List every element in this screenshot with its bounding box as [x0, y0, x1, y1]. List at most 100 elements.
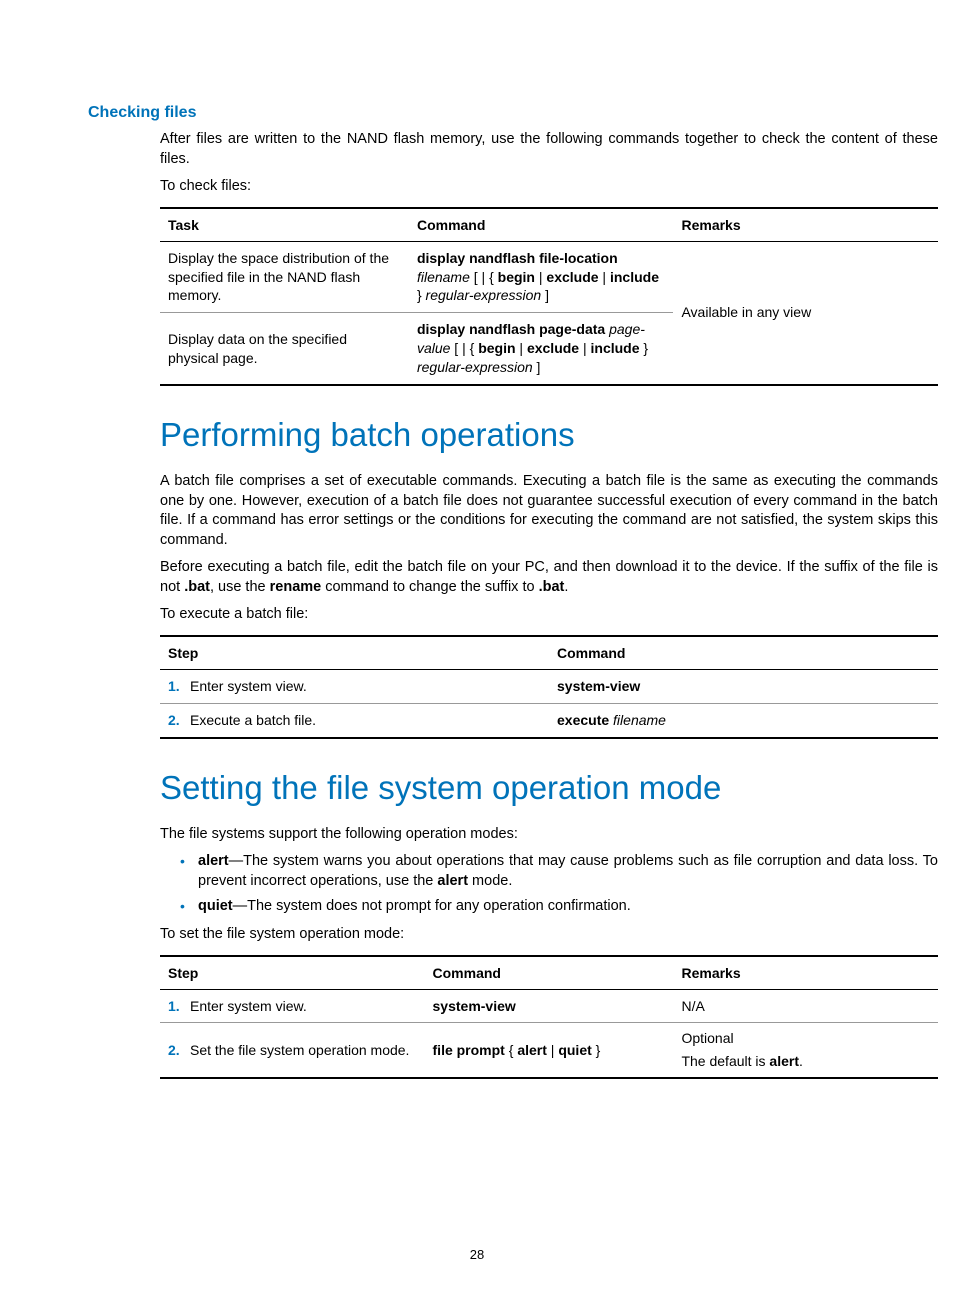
- table-row: 2.Set the file system operation mode. fi…: [160, 1023, 938, 1078]
- th-step: Step: [160, 636, 549, 670]
- step-text: Set the file system operation mode.: [190, 1042, 409, 1058]
- cmd-bold: include: [610, 269, 659, 285]
- table-row: 1.Enter system view. system-view: [160, 669, 938, 703]
- cell-remarks: N/A: [673, 989, 938, 1023]
- cmd-plain: }: [592, 1042, 601, 1058]
- cmd-italic: regular-expression: [426, 287, 542, 303]
- cell-step: 1.Enter system view.: [160, 669, 549, 703]
- cell-remarks: Optional The default is alert.: [673, 1023, 938, 1078]
- table-header-row: Step Command Remarks: [160, 956, 938, 990]
- cell-command: execute filename: [549, 703, 938, 737]
- text-run: command to change the suffix to: [321, 579, 538, 595]
- cmd-bold: include: [591, 340, 640, 356]
- bullet-list: alert—The system warns you about operati…: [160, 852, 938, 917]
- text-run: , use the: [210, 579, 270, 595]
- text-bold: alert: [769, 1053, 799, 1069]
- para-fs-lead: To set the file system operation mode:: [160, 925, 938, 945]
- cmd-plain: [ | {: [470, 269, 498, 285]
- table-check-files: Task Command Remarks Display the space d…: [160, 207, 938, 386]
- cmd-bold: display nandflash file-location: [417, 250, 618, 266]
- th-task: Task: [160, 208, 409, 242]
- cmd-bold: alert: [517, 1042, 547, 1058]
- cell-remarks: Available in any view: [673, 241, 938, 385]
- document-page: Checking files After files are written t…: [0, 0, 954, 1296]
- cmd-plain: |: [547, 1042, 558, 1058]
- text-run: .: [799, 1053, 803, 1069]
- step-text: Enter system view.: [190, 998, 307, 1014]
- text-run: —The system does not prompt for any oper…: [233, 898, 631, 914]
- cmd-bold: execute: [557, 712, 609, 728]
- table-batch: Step Command 1.Enter system view. system…: [160, 635, 938, 739]
- remarks-line2: The default is alert.: [681, 1050, 930, 1073]
- heading-checking-files: Checking files: [88, 104, 938, 122]
- content-area: Checking files After files are written t…: [160, 104, 938, 1079]
- cell-task: Display data on the specified physical p…: [160, 313, 409, 385]
- cmd-bold: system-view: [557, 678, 640, 694]
- step-number: 2.: [168, 1041, 190, 1060]
- cell-command: file prompt { alert | quiet }: [425, 1023, 674, 1078]
- para-batch-lead: To execute a batch file:: [160, 605, 938, 625]
- cell-task: Display the space distribution of the sp…: [160, 241, 409, 313]
- cmd-italic: regular-expression: [417, 359, 533, 375]
- th-remarks: Remarks: [673, 208, 938, 242]
- para-checking-intro: After files are written to the NAND flas…: [160, 130, 938, 169]
- text-bold: rename: [270, 579, 322, 595]
- step-number: 2.: [168, 711, 190, 730]
- cmd-plain: ]: [541, 287, 549, 303]
- cell-step: 1.Enter system view.: [160, 989, 425, 1023]
- cmd-plain: {: [505, 1042, 517, 1058]
- cmd-plain: |: [579, 340, 590, 356]
- cell-command: system-view: [425, 989, 674, 1023]
- text-run: —The system warns you about operations t…: [198, 853, 938, 889]
- page-number: 28: [0, 1247, 954, 1262]
- text-run: The default is: [681, 1053, 769, 1069]
- cmd-bold: exclude: [546, 269, 598, 285]
- text-bold: alert: [198, 853, 229, 869]
- cmd-plain: |: [516, 340, 527, 356]
- th-command: Command: [409, 208, 674, 242]
- step-number: 1.: [168, 997, 190, 1016]
- list-item: quiet—The system does not prompt for any…: [180, 897, 938, 917]
- para-checking-lead: To check files:: [160, 177, 938, 197]
- table-row: Display the space distribution of the sp…: [160, 241, 938, 313]
- th-command: Command: [425, 956, 674, 990]
- para-batch-2: Before executing a batch file, edit the …: [160, 558, 938, 597]
- cmd-bold: begin: [478, 340, 515, 356]
- cmd-bold: system-view: [433, 998, 516, 1014]
- th-step: Step: [160, 956, 425, 990]
- para-fs-1: The file systems support the following o…: [160, 825, 938, 845]
- cell-command: display nandflash file-location filename…: [409, 241, 674, 313]
- cmd-bold: quiet: [558, 1042, 591, 1058]
- cmd-italic: filename: [613, 712, 666, 728]
- cmd-bold: begin: [498, 269, 535, 285]
- text-bold: .bat: [539, 579, 565, 595]
- heading-fs-mode: Setting the file system operation mode: [160, 769, 938, 807]
- table-header-row: Task Command Remarks: [160, 208, 938, 242]
- cmd-plain: ]: [533, 359, 541, 375]
- table-fs-mode: Step Command Remarks 1.Enter system view…: [160, 955, 938, 1080]
- cmd-italic: filename: [417, 269, 470, 285]
- step-text: Enter system view.: [190, 678, 307, 694]
- remarks-line1: Optional: [681, 1027, 930, 1050]
- cell-command: system-view: [549, 669, 938, 703]
- table-header-row: Step Command: [160, 636, 938, 670]
- list-item: alert—The system warns you about operati…: [180, 852, 938, 891]
- para-batch-1: A batch file comprises a set of executab…: [160, 472, 938, 550]
- cmd-bold: display nandflash page-data: [417, 321, 605, 337]
- cmd-bold: file prompt: [433, 1042, 505, 1058]
- text-bold: alert: [437, 873, 468, 889]
- cmd-plain: }: [417, 287, 426, 303]
- step-text: Execute a batch file.: [190, 712, 316, 728]
- cell-command: display nandflash page-data page-value […: [409, 313, 674, 385]
- cell-step: 2.Set the file system operation mode.: [160, 1023, 425, 1078]
- cmd-bold: exclude: [527, 340, 579, 356]
- th-remarks: Remarks: [673, 956, 938, 990]
- table-row: 2.Execute a batch file. execute filename: [160, 703, 938, 737]
- cmd-plain: }: [640, 340, 649, 356]
- cmd-plain: |: [599, 269, 610, 285]
- text-bold: quiet: [198, 898, 233, 914]
- text-run: mode.: [468, 873, 512, 889]
- cell-step: 2.Execute a batch file.: [160, 703, 549, 737]
- text-bold: .bat: [184, 579, 210, 595]
- table-row: 1.Enter system view. system-view N/A: [160, 989, 938, 1023]
